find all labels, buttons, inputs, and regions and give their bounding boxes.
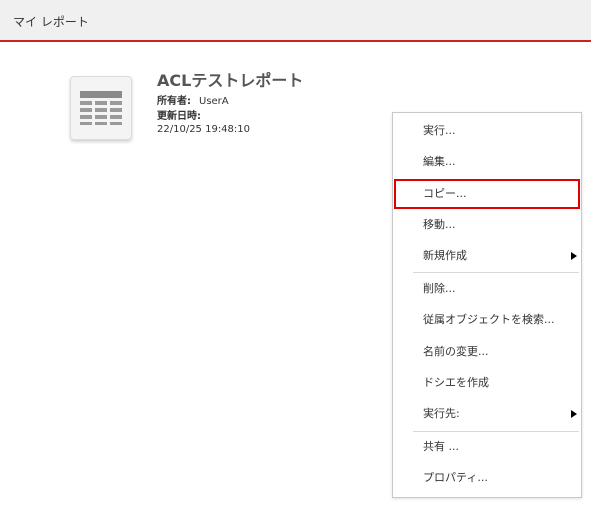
context-menu: 実行... 編集... コピー... 移動... 新規作成 削除... 従属オブ…: [392, 112, 582, 498]
menu-item-label: 名前の変更...: [423, 345, 489, 358]
owner-label: 所有者:: [157, 96, 191, 107]
menu-item-label: 実行先:: [423, 407, 460, 420]
report-updated-value: 22/10/25 19:48:10: [157, 124, 250, 135]
report-title[interactable]: ACLテストレポート: [157, 67, 303, 91]
menu-item-edit[interactable]: 編集...: [393, 147, 581, 177]
menu-item-delete[interactable]: 削除...: [393, 274, 581, 304]
menu-item-rename[interactable]: 名前の変更...: [393, 337, 581, 367]
menu-item-label: 従属オブジェクトを検索...: [423, 313, 555, 326]
menu-item-run-as[interactable]: 実行先:: [393, 399, 581, 429]
report-grid-icon[interactable]: [70, 76, 132, 140]
menu-item-create-dossier[interactable]: ドシエを作成: [393, 368, 581, 398]
submenu-arrow-icon: [571, 252, 577, 260]
menu-item-label: コピー...: [423, 187, 467, 200]
menu-item-label: 共有 ...: [423, 440, 459, 453]
report-owner: 所有者: UserA: [157, 92, 229, 107]
updated-label: 更新日時:: [157, 111, 201, 122]
menu-item-run[interactable]: 実行...: [393, 116, 581, 146]
submenu-arrow-icon: [571, 410, 577, 418]
owner-value: UserA: [199, 96, 229, 107]
menu-item-find-dependents[interactable]: 従属オブジェクトを検索...: [393, 305, 581, 335]
menu-item-label: ドシエを作成: [423, 376, 489, 389]
menu-item-copy[interactable]: コピー...: [394, 179, 580, 209]
page-title: マイ レポート: [13, 15, 89, 29]
updated-value: 22/10/25 19:48:10: [157, 124, 251, 135]
report-updated: 更新日時:: [157, 107, 201, 122]
menu-item-label: 移動...: [423, 218, 456, 231]
menu-item-label: 削除...: [423, 282, 456, 295]
menu-item-new[interactable]: 新規作成: [393, 241, 581, 271]
menu-item-label: 実行...: [423, 124, 456, 137]
menu-item-properties[interactable]: プロパティ...: [393, 463, 581, 493]
menu-item-share[interactable]: 共有 ...: [393, 432, 581, 462]
menu-divider: [413, 272, 579, 273]
top-bar: マイ レポート: [0, 0, 591, 42]
menu-item-move[interactable]: 移動...: [393, 210, 581, 240]
menu-item-label: 新規作成: [423, 249, 467, 262]
menu-item-label: プロパティ...: [423, 471, 488, 484]
menu-item-label: 編集...: [423, 155, 456, 168]
